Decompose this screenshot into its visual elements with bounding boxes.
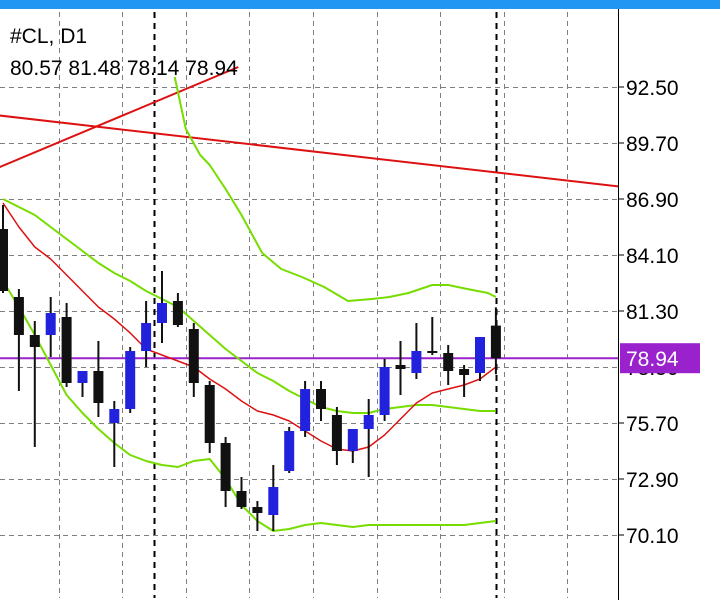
open-value: 80.57 xyxy=(10,57,63,80)
candle xyxy=(204,381,215,453)
candle-body-bear xyxy=(395,365,406,369)
candle-body-bear xyxy=(93,371,104,403)
candle-body-bear xyxy=(316,389,326,409)
candle-body-bear xyxy=(188,329,199,383)
candle-body-bull xyxy=(45,313,56,335)
candle-body-bear xyxy=(13,297,24,335)
candle-body-bear xyxy=(220,443,231,491)
price-tick-label: 92.50 xyxy=(626,77,679,100)
candle-body-bear xyxy=(427,351,438,353)
price-tick-label: 81.30 xyxy=(626,301,679,324)
candle-body-bull xyxy=(379,367,390,415)
ohlc-values: 80.57 81.48 78.14 78.94 xyxy=(10,57,238,81)
timeframe: D1 xyxy=(60,25,88,48)
price-tick-label: 70.10 xyxy=(626,525,679,548)
candle-body-bear xyxy=(204,385,215,443)
symbol-name: #CL xyxy=(10,25,49,48)
candle-body-bull xyxy=(475,337,485,373)
price-tick-label: 84.10 xyxy=(626,245,679,268)
symbol-timeframe-label: #CL, D1 xyxy=(10,25,88,48)
candle-body-bear xyxy=(61,317,72,383)
candle-body-bear xyxy=(331,415,342,451)
candle xyxy=(284,427,295,473)
candle-body-bull xyxy=(268,487,279,515)
candle-body-bear xyxy=(252,507,263,513)
candle-body-bear xyxy=(29,335,40,347)
candle-body-bear xyxy=(459,369,470,375)
candle-body-bull xyxy=(347,429,358,451)
candle xyxy=(379,359,390,421)
candle xyxy=(300,381,311,437)
current-price-label: 78.94 xyxy=(626,348,679,371)
candle-body-bull xyxy=(157,303,167,323)
candle-body-bear xyxy=(0,229,8,291)
candle-body-bull xyxy=(141,323,152,351)
candle-body-bear xyxy=(490,325,501,359)
price-tick-label: 86.90 xyxy=(626,189,679,212)
price-tick-label: 72.90 xyxy=(626,469,679,492)
candle-body-bull xyxy=(125,351,136,409)
candle-body-bear xyxy=(172,301,183,325)
price-tick-label: 89.70 xyxy=(626,133,679,156)
high-value: 81.48 xyxy=(68,57,121,80)
candle-body-bull xyxy=(109,409,120,423)
chart-canvas: 92.50 89.70 86.90 84.10 81.30 75.70 72.90 70.10… xyxy=(0,0,720,600)
candle-body-bull xyxy=(300,389,311,431)
price-tick-label: 75.70 xyxy=(626,413,679,436)
candle-body-bull xyxy=(284,431,295,471)
close-value: 78.94 xyxy=(185,57,238,80)
candle-body-bear xyxy=(443,353,454,371)
candle xyxy=(125,347,136,413)
candle-body-bull xyxy=(77,371,88,383)
candle-body-bear xyxy=(236,491,247,507)
candle-body-bull xyxy=(411,351,422,373)
candlestick-chart: 92.50 89.70 86.90 84.10 81.30 75.70 72.90 70.10… xyxy=(0,0,720,600)
low-value: 78.14 xyxy=(126,57,180,80)
window-top-bar xyxy=(0,0,720,9)
candle-body-bull xyxy=(363,415,374,429)
